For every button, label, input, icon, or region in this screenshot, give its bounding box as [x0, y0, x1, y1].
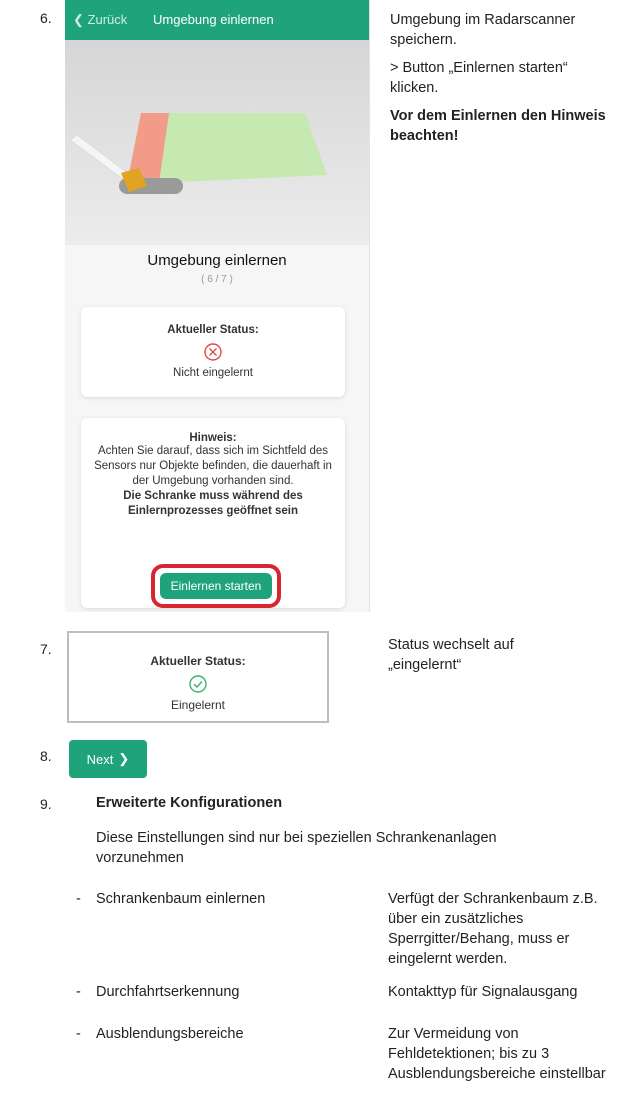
step6-warning: Vor dem Einlernen den Hinweis beachten!	[390, 108, 606, 144]
section-title: Erweiterte Konfigurationen	[96, 795, 283, 811]
radar-scene-illustration	[65, 40, 369, 245]
step6-instructions: Umgebung im Radarscanner speichern. > Bu…	[390, 10, 610, 154]
nav-title: Umgebung einlernen	[153, 12, 274, 27]
step6-line2: > Button „Einlernen starten“ klicken.	[390, 60, 568, 96]
hint-body: Achten Sie darauf, dass sich im Sichtfel…	[94, 445, 332, 487]
section-description: Diese Einstellungen sind nur bei speziel…	[96, 830, 497, 866]
status-card-learned: Aktueller Status: Eingelernt	[67, 631, 329, 723]
step7-note: Status wechselt auf „eingelernt“	[388, 637, 514, 673]
status-heading: Aktueller Status:	[150, 654, 246, 668]
hint-heading: Hinweis:	[189, 432, 237, 444]
chevron-left-icon: ❮	[73, 12, 84, 27]
x-circle-icon	[204, 343, 222, 361]
status-text: Nicht eingelernt	[173, 367, 253, 379]
step-number-7: 7.	[40, 641, 52, 657]
status-text: Eingelernt	[170, 698, 226, 712]
step6-line1: Umgebung im Radarscanner speichern.	[390, 12, 576, 48]
list-item-desc: Verfügt der Schrankenbaum z.B. über ein …	[388, 891, 598, 967]
detection-field	[159, 113, 327, 183]
nav-bar: ❮ Zurück Umgebung einlernen	[65, 0, 369, 40]
list-dash: -	[76, 891, 81, 907]
start-button-highlight: Einlernen starten	[151, 564, 281, 608]
list-item-desc: Zur Vermeidung von Fehldetektionen; bis …	[388, 1026, 606, 1082]
list-dash: -	[76, 1026, 81, 1042]
back-label: Zurück	[87, 12, 128, 27]
step-number-8: 8.	[40, 748, 52, 764]
status-card: Aktueller Status: Nicht eingelernt	[81, 307, 345, 397]
check-circle-icon	[189, 675, 207, 693]
list-item-label: Durchfahrtserkennung	[96, 984, 240, 1000]
list-dash: -	[76, 984, 81, 1000]
chevron-right-icon: ❯	[118, 751, 130, 766]
next-button[interactable]: Next ❯	[69, 740, 147, 778]
step-indicator: ( 6 / 7 )	[201, 274, 233, 285]
back-button[interactable]: ❮ Zurück	[73, 12, 127, 28]
list-item-desc: Kontakttyp für Signalausgang	[388, 984, 578, 1000]
status-heading: Aktueller Status:	[167, 324, 259, 336]
list-item-label: Schrankenbaum einlernen	[96, 891, 266, 907]
panel-title: Umgebung einlernen	[147, 252, 287, 269]
list-item-label: Ausblendungsbereiche	[96, 1026, 244, 1042]
step-number-9: 9.	[40, 796, 52, 812]
step-number-6: 6.	[40, 10, 52, 26]
hint-bold: Die Schranke muss während des Einlernpro…	[123, 490, 303, 517]
app-screenshot: ❮ Zurück Umgebung einlernen Umgebung ein…	[65, 0, 370, 612]
start-learning-button[interactable]: Einlernen starten	[160, 573, 272, 599]
next-label: Next	[86, 751, 114, 767]
